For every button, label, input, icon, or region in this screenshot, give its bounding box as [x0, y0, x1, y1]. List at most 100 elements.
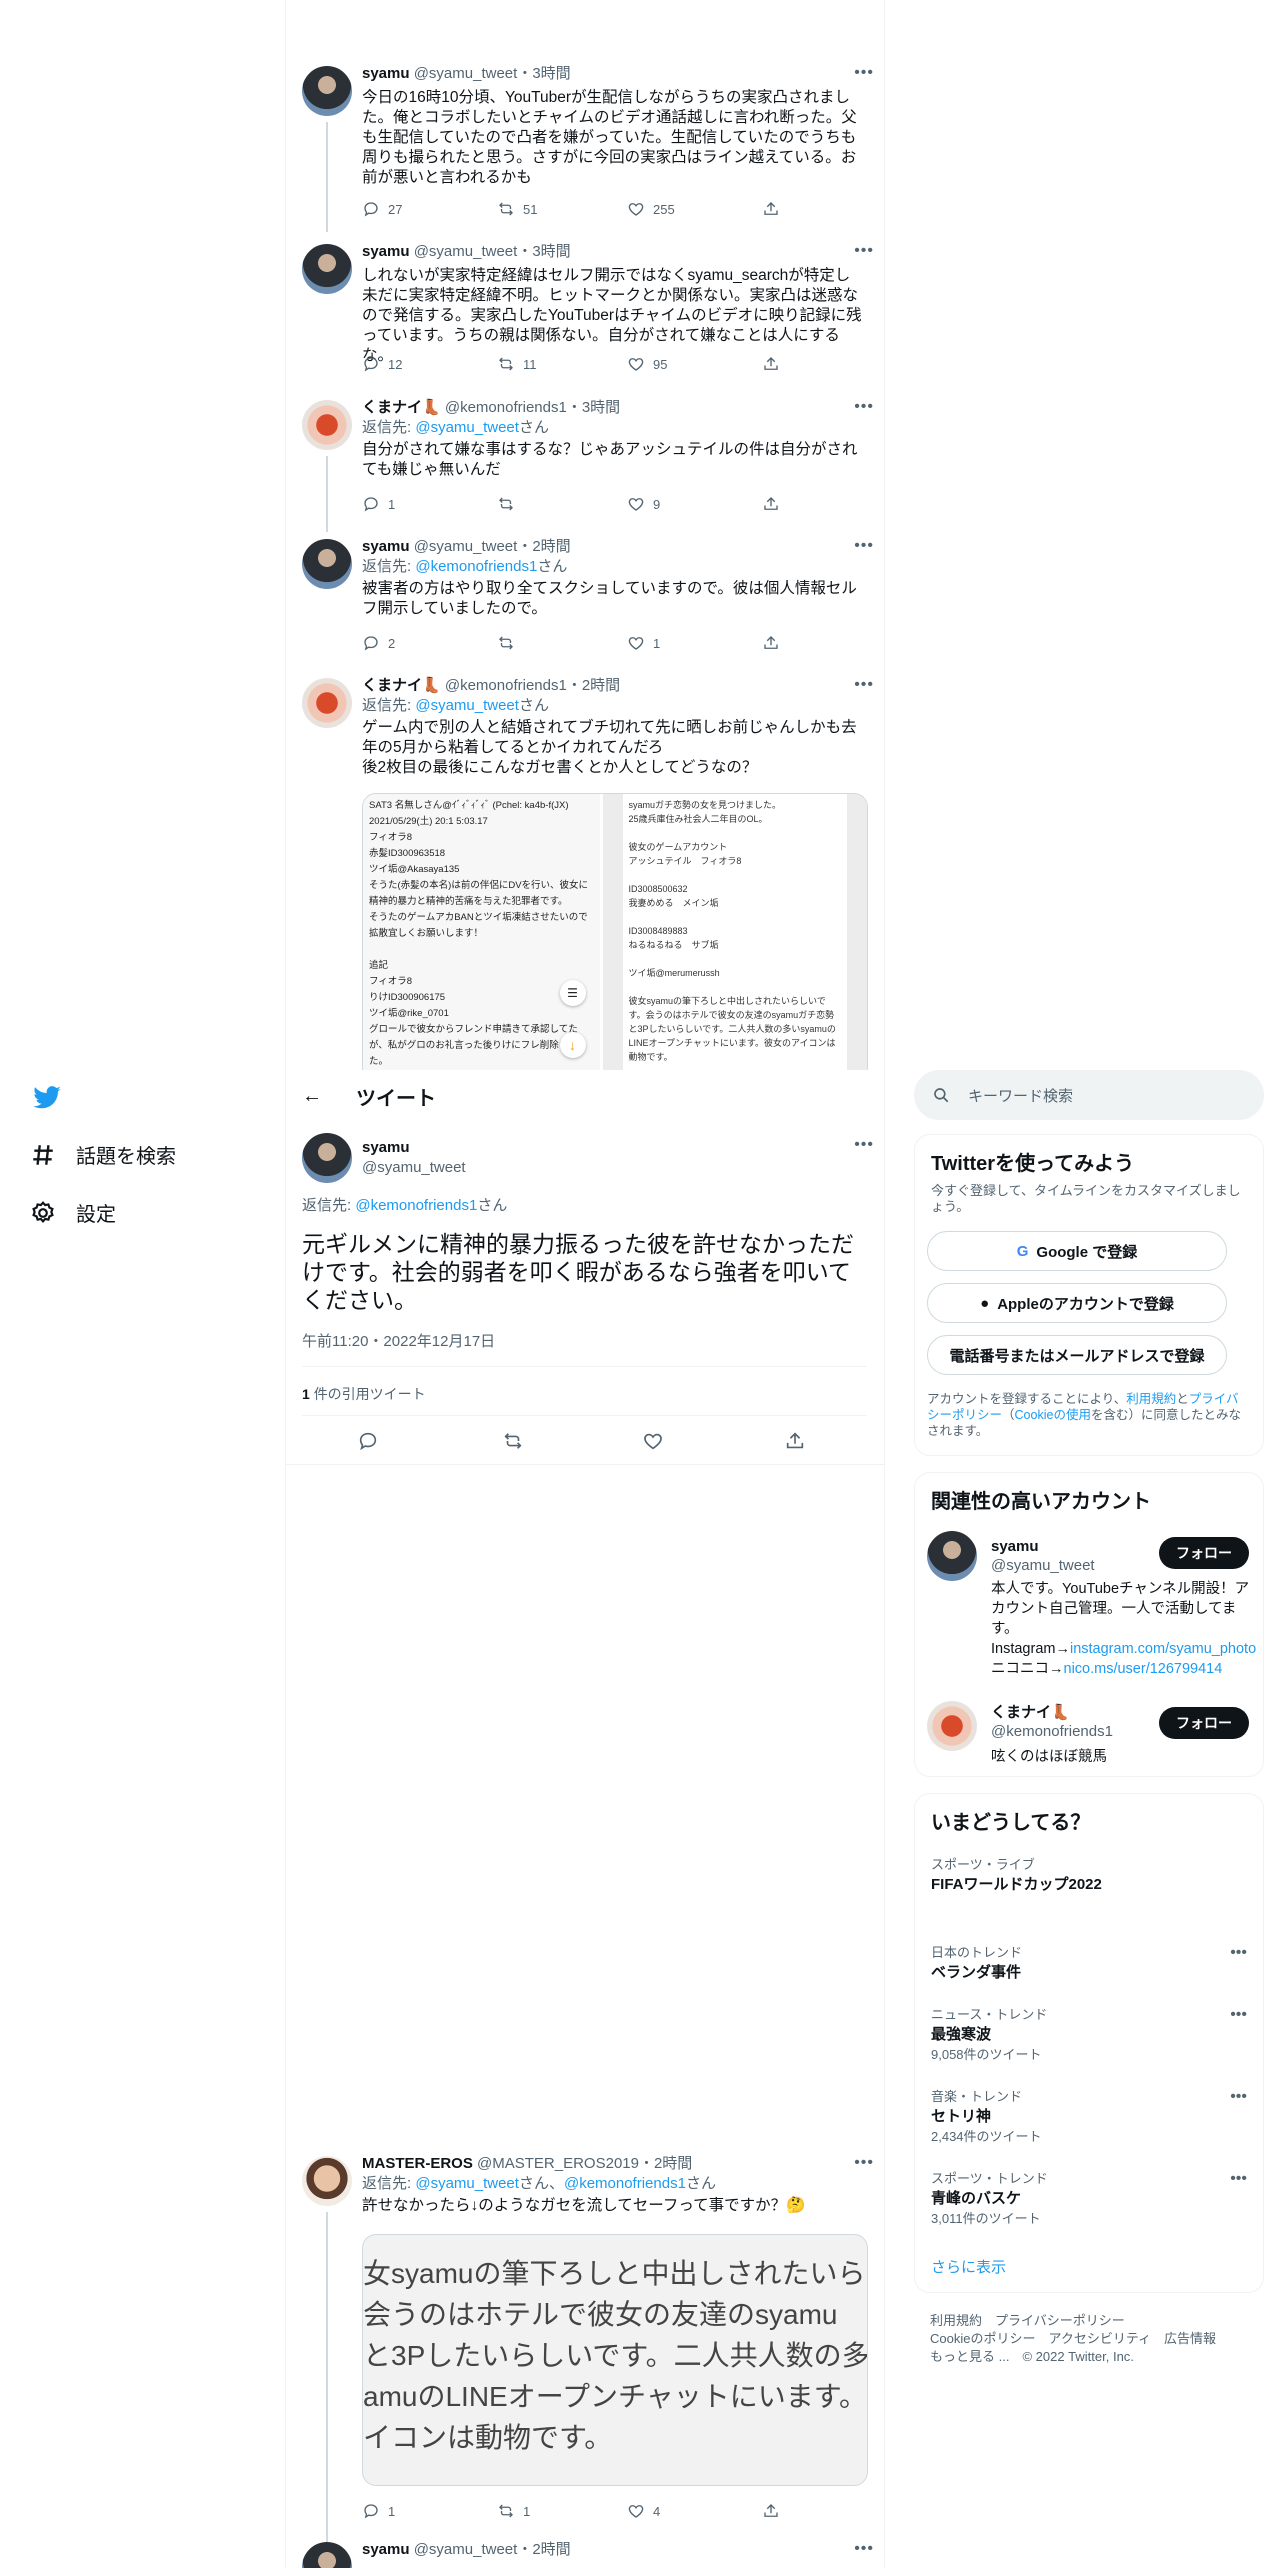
footer-links[interactable]: 利用規約 プライバシーポリシー Cookieのポリシー アクセシビリティ 広告情… [930, 2312, 1216, 2366]
more-icon[interactable]: ••• [854, 2540, 874, 2558]
media-image-left[interactable]: SAT3 名無しさん@ｲﾞｨﾞｨﾞｨﾞ (Pchel: ka4b-f(JX) 2… [363, 794, 600, 1071]
twitter-logo-icon[interactable] [32, 1082, 62, 1112]
show-more-link[interactable]: さらに表示 [931, 2256, 1006, 2277]
back-arrow-icon[interactable]: ← [302, 1085, 322, 1108]
author-handle[interactable]: @syamu_tweet [414, 243, 518, 260]
trend-item[interactable]: 日本のトレンド ベランダ事件 [931, 1942, 1022, 1982]
tweet-time[interactable]: ・2時間 [517, 2541, 570, 2558]
trend-item[interactable]: スポーツ・ライブ FIFAワールドカップ2022 [931, 1854, 1102, 1894]
more-icon[interactable]: ••• [1230, 2088, 1247, 2106]
account-name[interactable]: くまナイ👢 [991, 1703, 1113, 1722]
account-name[interactable]: syamu [991, 1537, 1095, 1556]
avatar[interactable] [302, 2156, 352, 2206]
more-icon[interactable]: ••• [1230, 2006, 1247, 2024]
account-item[interactable]: くまナイ👢 @kemonofriends1 フォロー 呟くのはほぼ競馬 [915, 1701, 1263, 1771]
like-button[interactable]: 4 [627, 2502, 660, 2520]
avatar[interactable] [302, 2542, 352, 2568]
author-name[interactable]: syamu [362, 2541, 410, 2558]
bio-link[interactable]: nico.ms/user/126799414 [1064, 1661, 1223, 1677]
share-button[interactable] [762, 2502, 780, 2520]
author-name[interactable]: syamu [362, 538, 410, 555]
apple-signup-button[interactable]: ● Appleのアカウントで登録 [927, 1283, 1227, 1323]
search-input[interactable]: キーワード検索 [968, 1085, 1073, 1106]
share-icon[interactable] [784, 1430, 806, 1452]
account-handle[interactable]: @syamu_tweet [991, 1556, 1095, 1575]
like-button[interactable]: 95 [627, 355, 667, 373]
like-button[interactable]: 1 [627, 634, 660, 652]
tweet-time[interactable]: ・3時間 [567, 399, 620, 416]
reply-button[interactable]: 12 [362, 355, 402, 373]
mention-link[interactable]: @syamu_tweet [415, 419, 519, 436]
google-signup-button[interactable]: G Google で登録 [927, 1231, 1227, 1271]
account-handle[interactable]: @kemonofriends1 [991, 1722, 1113, 1741]
more-icon[interactable]: ••• [854, 64, 874, 82]
media-image-right[interactable]: syamuガチ恋勢の女を見つけました。 25歳兵庫住み社会人二年目のOL。 彼女の… [602, 794, 867, 1071]
tweet-item[interactable]: くまナイ👢 @kemonofriends1・2時間 返信先: @syamu_tw… [287, 676, 884, 1071]
author-name[interactable]: MASTER-EROS [362, 2155, 473, 2172]
author-name[interactable]: くまナイ👢 [362, 677, 441, 694]
like-button[interactable]: 255 [627, 200, 675, 218]
reply-button[interactable]: 27 [362, 200, 402, 218]
author-name[interactable]: くまナイ👢 [362, 399, 441, 416]
mention-link[interactable]: @syamu_tweet [415, 2175, 519, 2192]
tweet-timestamp[interactable]: 午前11:20・2022年12月17日 [302, 1330, 495, 1351]
mention-link[interactable]: @kemonofriends1 [564, 2175, 686, 2192]
author-handle[interactable]: @syamu_tweet [414, 65, 518, 82]
account-item[interactable]: syamu @syamu_tweet フォロー 本人です。YouTubeチャンネル… [915, 1531, 1263, 1681]
author-name[interactable]: syamu [362, 243, 410, 260]
tweet-time[interactable]: ・3時間 [517, 65, 570, 82]
tweet-item[interactable]: syamu @syamu_tweet・3時間 今日の16時10分頃、YouTub… [287, 64, 884, 232]
more-icon[interactable]: ••• [854, 2154, 874, 2172]
avatar[interactable] [302, 66, 352, 116]
author-handle[interactable]: @syamu_tweet [362, 1158, 466, 1178]
retweet-icon[interactable] [502, 1430, 524, 1452]
tweet-time[interactable]: ・2時間 [517, 538, 570, 555]
avatar[interactable] [302, 678, 352, 728]
retweet-button[interactable] [497, 634, 515, 652]
more-icon[interactable]: ••• [854, 676, 874, 694]
author-handle[interactable]: @MASTER_EROS2019 [477, 2155, 639, 2172]
author-name[interactable]: syamu [362, 1138, 466, 1158]
heart-icon[interactable] [642, 1430, 664, 1452]
tweet-item[interactable]: くまナイ👢 @kemonofriends1・3時間 返信先: @syamu_tw… [287, 398, 884, 532]
more-icon[interactable]: ••• [854, 537, 874, 555]
retweet-button[interactable] [497, 495, 515, 513]
share-button[interactable] [762, 200, 780, 218]
arrow-down-icon[interactable]: ↓ [559, 1032, 586, 1058]
trend-item[interactable]: 音楽・トレンド セトリ神 2,434件のツイート [931, 2086, 1042, 2145]
search-box[interactable]: キーワード検索 [914, 1070, 1264, 1120]
tweet-time[interactable]: ・2時間 [567, 677, 620, 694]
phone-signup-button[interactable]: 電話番号またはメールアドレスで登録 [927, 1335, 1227, 1375]
trend-item[interactable]: ニュース・トレンド 最強寒波 9,058件のツイート [931, 2004, 1047, 2063]
more-icon[interactable]: ••• [1230, 2170, 1247, 2188]
follow-button[interactable]: フォロー [1159, 1537, 1249, 1569]
mention-link[interactable]: @kemonofriends1 [355, 1197, 477, 1214]
nav-explore[interactable]: 話題を検索 [30, 1140, 176, 1169]
avatar[interactable] [302, 244, 352, 294]
avatar[interactable] [927, 1531, 977, 1581]
media-grid[interactable]: SAT3 名無しさん@ｲﾞｨﾞｨﾞｨﾞ (Pchel: ka4b-f(JX) 2… [362, 793, 868, 1071]
follow-button[interactable]: フォロー [1159, 1707, 1249, 1739]
avatar[interactable] [302, 539, 352, 589]
reply-button[interactable]: 1 [362, 2502, 395, 2520]
share-button[interactable] [762, 634, 780, 652]
tweet-time[interactable]: ・2時間 [639, 2155, 692, 2172]
bio-link[interactable]: instagram.com/syamu_photo [1070, 1641, 1256, 1657]
nav-settings[interactable]: 設定 [30, 1198, 116, 1227]
quote-count[interactable]: 1 件の引用ツイート [302, 1384, 426, 1404]
more-icon[interactable]: ••• [854, 398, 874, 416]
more-icon[interactable]: ••• [1230, 1944, 1247, 1962]
tweet-item[interactable]: syamu @syamu_tweet・2時間 ••• [287, 2540, 884, 2568]
share-button[interactable] [762, 495, 780, 513]
tweet-time[interactable]: ・3時間 [517, 243, 570, 260]
author-handle[interactable]: @kemonofriends1 [445, 399, 567, 416]
reply-button[interactable]: 1 [362, 495, 395, 513]
more-icon[interactable]: ••• [854, 1136, 874, 1154]
mention-link[interactable]: @syamu_tweet [415, 697, 519, 714]
tweet-item[interactable]: MASTER-EROS @MASTER_EROS2019・2時間 返信先: @s… [287, 2150, 884, 2542]
retweet-button[interactable]: 51 [497, 200, 537, 218]
avatar[interactable] [927, 1701, 977, 1751]
cookie-link[interactable]: Cookieの使用 [1015, 1408, 1091, 1422]
author-name[interactable]: syamu [362, 65, 410, 82]
list-icon[interactable]: ☰ [559, 980, 586, 1006]
